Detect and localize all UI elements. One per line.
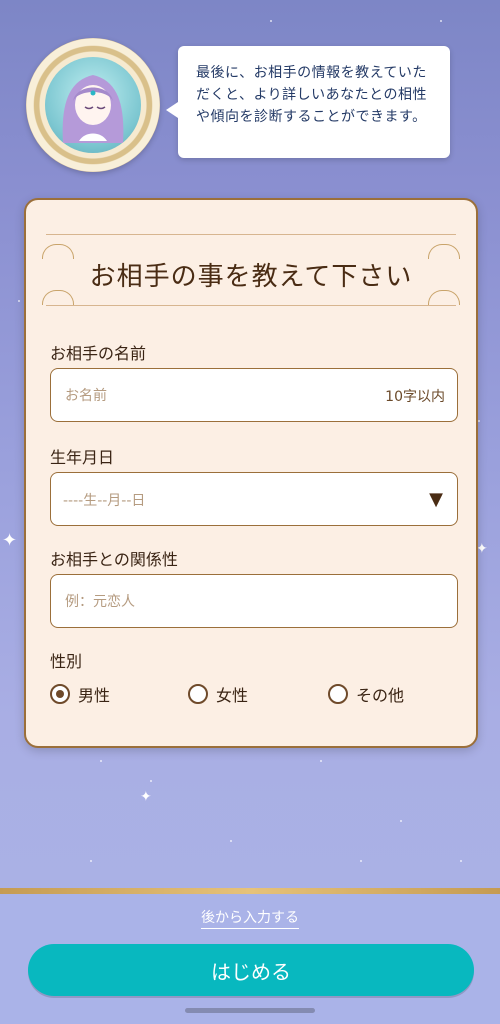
name-field[interactable]: 10字以内 — [50, 368, 458, 423]
relationship-label: お相手との関係性 — [50, 550, 178, 569]
gender-option-female[interactable]: 女性 — [188, 678, 248, 710]
avatar — [26, 38, 160, 172]
radio-icon[interactable] — [328, 684, 348, 704]
character-illustration — [45, 57, 141, 153]
gender-option-other[interactable]: その他 — [328, 678, 404, 710]
radio-icon[interactable] — [188, 684, 208, 704]
birthdate-label: 生年月日 — [50, 448, 115, 467]
name-char-limit: 10字以内 — [385, 389, 445, 405]
relationship-field[interactable] — [50, 574, 458, 629]
radio-selected-icon[interactable] — [50, 684, 70, 704]
gender-radio-group: 男性 女性 その他 — [50, 678, 458, 710]
start-button[interactable]: はじめる — [28, 944, 474, 996]
gender-option-male[interactable]: 男性 — [50, 678, 110, 710]
sparkle-icon: ✦ — [2, 530, 18, 551]
name-label: お相手の名前 — [50, 344, 147, 363]
birthdate-select[interactable]: ----生--月--日 ▼ — [50, 472, 458, 526]
enter-later-link[interactable]: 後から入力する — [0, 907, 500, 929]
name-input[interactable] — [63, 369, 393, 423]
sparkle-icon: ✦ — [140, 789, 152, 805]
gender-option-label: 女性 — [216, 686, 249, 705]
card-title: お相手の事を教えて下さい — [89, 262, 413, 292]
partner-info-card: お相手の事を教えて下さい お相手の名前 10字以内 生年月日 ----生--月-… — [24, 198, 478, 748]
chevron-down-icon: ▼ — [429, 489, 443, 510]
birthdate-value: ----生--月--日 — [63, 493, 146, 509]
gender-label: 性別 — [50, 652, 83, 671]
bubble-message: 最後に、お相手の情報を教えていただくと、より詳しいあなたとの相性や傾向を診断する… — [196, 65, 428, 125]
speech-bubble: 最後に、お相手の情報を教えていただくと、より詳しいあなたとの相性や傾向を診断する… — [166, 46, 450, 158]
gender-option-label: その他 — [356, 686, 405, 705]
gender-option-label: 男性 — [78, 686, 111, 705]
home-indicator — [185, 1008, 315, 1013]
relationship-input[interactable] — [63, 575, 393, 629]
